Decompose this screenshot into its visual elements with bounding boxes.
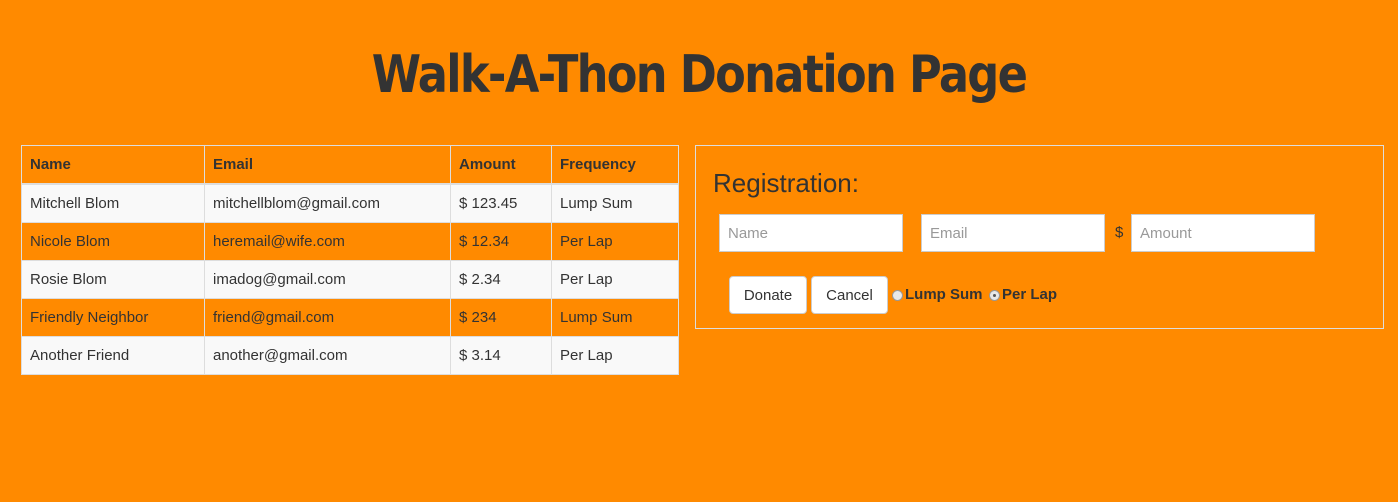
registration-panel: Registration: $ Donate Cancel Lump Sum P… (695, 145, 1384, 329)
donate-button[interactable]: Donate (729, 276, 807, 314)
cell-name: Another Friend (21, 336, 205, 375)
lump-sum-label: Lump Sum (905, 286, 983, 303)
cancel-button[interactable]: Cancel (811, 276, 888, 314)
cell-amount: $ 234 (450, 298, 552, 337)
column-header-name: Name (21, 145, 205, 185)
table-row: Another Friend another@gmail.com $ 3.14 … (21, 336, 679, 375)
cell-email: friend@gmail.com (204, 298, 451, 337)
per-lap-label: Per Lap (1002, 286, 1058, 303)
cell-amount: $ 12.34 (450, 222, 552, 261)
cell-frequency: Lump Sum (551, 183, 679, 223)
amount-input[interactable] (1131, 214, 1315, 252)
cell-email: imadog@gmail.com (204, 260, 451, 299)
table-header-row: Name Email Amount Frequency (21, 145, 679, 185)
table-row: Mitchell Blom mitchellblom@gmail.com $ 1… (21, 183, 679, 223)
cell-frequency: Per Lap (551, 336, 679, 375)
cell-frequency: Per Lap (551, 260, 679, 299)
cell-name: Mitchell Blom (21, 183, 205, 223)
cell-amount: $ 3.14 (450, 336, 552, 375)
cell-email: another@gmail.com (204, 336, 451, 375)
cell-email: heremail@wife.com (204, 222, 451, 261)
cell-frequency: Per Lap (551, 222, 679, 261)
column-header-amount: Amount (450, 145, 552, 185)
cell-name: Nicole Blom (21, 222, 205, 261)
cell-frequency: Lump Sum (551, 298, 679, 337)
per-lap-option[interactable]: Per Lap (989, 286, 1057, 303)
lump-sum-radio[interactable] (892, 290, 903, 301)
cell-name: Friendly Neighbor (21, 298, 205, 337)
cell-amount: $ 123.45 (450, 183, 552, 223)
table-row: Rosie Blom imadog@gmail.com $ 2.34 Per L… (21, 260, 679, 299)
column-header-frequency: Frequency (551, 145, 679, 185)
cell-email: mitchellblom@gmail.com (204, 183, 451, 223)
email-input[interactable] (921, 214, 1105, 252)
cell-name: Rosie Blom (21, 260, 205, 299)
per-lap-radio[interactable] (989, 290, 1000, 301)
column-header-email: Email (204, 145, 451, 185)
table-row: Nicole Blom heremail@wife.com $ 12.34 Pe… (21, 222, 679, 261)
name-input[interactable] (719, 214, 903, 252)
page-title: Walk-A-Thon Donation Page (371, 45, 1028, 105)
cell-amount: $ 2.34 (450, 260, 552, 299)
table-row: Friendly Neighbor friend@gmail.com $ 234… (21, 298, 679, 337)
currency-symbol: $ (1115, 224, 1124, 241)
donations-table: Name Email Amount Frequency Mitchell Blo… (21, 145, 679, 375)
registration-heading: Registration: (713, 168, 859, 198)
donations-table-container: Name Email Amount Frequency Mitchell Blo… (21, 145, 679, 375)
lump-sum-option[interactable]: Lump Sum (892, 286, 983, 303)
